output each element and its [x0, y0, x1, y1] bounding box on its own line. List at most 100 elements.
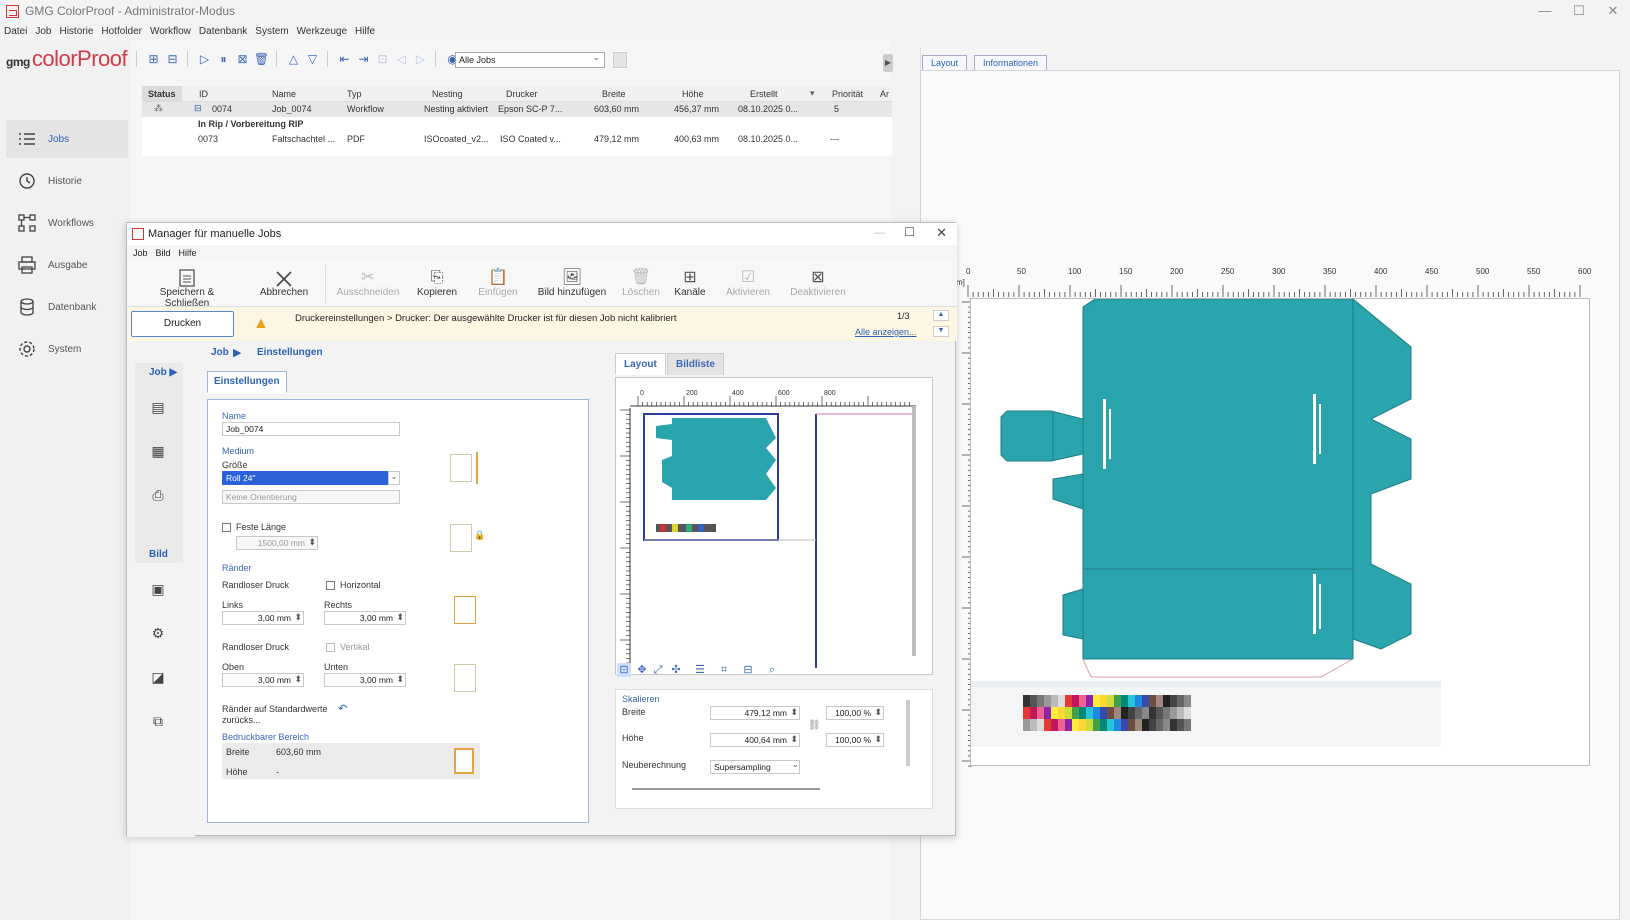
pan-tool-icon[interactable]: ✣ — [669, 663, 683, 677]
breadcrumb-job[interactable]: Job — [211, 347, 229, 358]
menu-werkzeuge[interactable]: Werkzeuge — [297, 26, 347, 37]
warning-next-button[interactable]: ▼ — [933, 326, 949, 337]
new-job-icon[interactable]: ⊞ — [145, 51, 162, 68]
cancel-button[interactable]: Abbrechen — [251, 261, 317, 307]
maximize-button[interactable]: ☐ — [1562, 0, 1596, 22]
zoom-icon[interactable]: ⌕ — [765, 663, 779, 677]
horizontal-scrollbar[interactable] — [632, 788, 820, 790]
scrollbar[interactable] — [906, 700, 910, 766]
nav-item-historie[interactable]: Historie — [6, 162, 128, 200]
crop-tool-icon[interactable]: ⌗ — [717, 663, 731, 677]
side-job-label[interactable]: Job ▶ — [149, 367, 177, 378]
collapse-icon[interactable]: ⊟ — [194, 103, 202, 114]
dialog-menu-job[interactable]: Job — [133, 248, 148, 258]
menu-system[interactable]: System — [255, 26, 288, 37]
settings-document-icon[interactable]: ▦ — [149, 443, 167, 461]
channels-button[interactable]: ⊞ Kanäle — [667, 261, 713, 307]
priority-up-icon[interactable]: △ — [285, 51, 302, 68]
feste-laenge-input[interactable]: 1500,00 mm — [236, 536, 318, 550]
horizontal-checkbox[interactable] — [326, 581, 335, 590]
image-icon[interactable]: ▣ — [149, 581, 167, 599]
scale-breite-pct-input[interactable]: 100,00 % — [826, 706, 884, 720]
dialog-menu-bild[interactable]: Bild — [156, 248, 171, 258]
col-id[interactable]: ID — [199, 89, 208, 99]
col-hoehe[interactable]: Höhe — [682, 89, 704, 99]
add-image-button[interactable]: 🖼 Bild hinzufügen — [531, 261, 613, 307]
activate-button[interactable]: ☑ Aktivieren — [717, 261, 779, 307]
col-name[interactable]: Name — [272, 89, 296, 99]
drucken-button[interactable]: Drucken — [131, 311, 234, 337]
delete-button[interactable]: 🗑 Löschen — [615, 261, 667, 307]
stop-icon[interactable]: ⊠ — [234, 51, 251, 68]
dialog-maximize-button[interactable]: ☐ — [904, 225, 915, 239]
warning-prev-button[interactable]: ▲ — [933, 310, 949, 321]
printer-icon[interactable]: ⎙ — [149, 487, 167, 505]
scale-hoehe-input[interactable]: 400,64 mm — [710, 733, 800, 747]
col-drucker[interactable]: Drucker — [506, 89, 538, 99]
col-prioritaet[interactable]: Priorität — [832, 89, 863, 99]
image-copy-icon[interactable]: ⧉ — [149, 713, 167, 731]
menu-hilfe[interactable]: Hilfe — [355, 26, 375, 37]
dialog-close-button[interactable]: ✕ — [936, 225, 947, 241]
trash-icon[interactable]: 🗑 — [253, 51, 270, 68]
cut-button[interactable]: ✂ Ausschneiden — [333, 261, 403, 307]
indent-icon[interactable]: ⇤ — [336, 51, 353, 68]
tab-einstellungen[interactable]: Einstellungen — [207, 371, 287, 393]
scale-hoehe-pct-input[interactable]: 100,00 % — [826, 733, 884, 747]
move-tool-icon[interactable]: ✥ — [635, 663, 649, 677]
unten-input[interactable]: 3,00 mm — [324, 673, 406, 687]
select-tool-icon[interactable]: ⊡ — [617, 663, 631, 677]
nav-item-ausgabe[interactable]: Ausgabe — [6, 246, 128, 284]
oben-input[interactable]: 3,00 mm — [222, 673, 304, 687]
align-tool-icon[interactable]: ☰ — [693, 663, 707, 677]
paste-button[interactable]: 📋 Einfügen — [471, 261, 525, 307]
tab-layout[interactable]: Layout — [922, 55, 968, 71]
dialog-minimize-button[interactable]: — — [874, 227, 885, 239]
menu-datei[interactable]: Datei — [4, 26, 27, 37]
collapse-panel-button[interactable]: ▶ — [883, 54, 893, 72]
link-icon[interactable]: ⛓ — [808, 720, 821, 731]
image-settings-icon[interactable]: ⚙ — [149, 625, 167, 643]
document-icon[interactable]: ▤ — [149, 399, 167, 417]
rechts-input[interactable]: 3,00 mm — [324, 611, 406, 625]
groesse-select[interactable]: Roll 24" — [222, 471, 400, 485]
menu-hotfolder[interactable]: Hotfolder — [101, 26, 142, 37]
dialog-menu-hilfe[interactable]: Hilfe — [179, 248, 197, 258]
feste-laenge-checkbox[interactable] — [222, 523, 231, 532]
image-edit-icon[interactable]: ◪ — [149, 669, 167, 687]
menu-datenbank[interactable]: Datenbank — [199, 26, 247, 37]
nav-item-datenbank[interactable]: Datenbank — [6, 288, 128, 326]
col-status[interactable]: Status — [148, 89, 176, 99]
play-icon[interactable]: ▷ — [196, 51, 213, 68]
job-filter-select[interactable]: Alle Jobs — [455, 50, 605, 68]
tab-bildliste[interactable]: Bildliste — [667, 353, 724, 375]
nav-item-jobs[interactable]: Jobs — [6, 120, 128, 158]
reset-icon[interactable]: ↶ — [338, 702, 352, 716]
save-close-button[interactable]: Speichern & Schließen — [137, 261, 237, 309]
menu-job[interactable]: Job — [35, 26, 51, 37]
tab-informationen[interactable]: Informationen — [974, 55, 1048, 71]
col-typ[interactable]: Typ — [347, 89, 362, 99]
nav-item-workflows[interactable]: Workflows — [6, 204, 128, 242]
scale-breite-input[interactable]: 479,12 mm — [710, 706, 800, 720]
filter-options-icon[interactable] — [613, 52, 627, 68]
table-row[interactable]: ⁂ ⊟ 0074 Job_0074 Workflow Nesting aktiv… — [142, 102, 892, 117]
orientation-select[interactable]: Keine Orientierung — [222, 490, 400, 504]
name-input[interactable]: Job_0074 — [222, 422, 400, 436]
show-all-link[interactable]: Alle anzeigen... — [855, 327, 917, 337]
links-input[interactable]: 3,00 mm — [222, 611, 304, 625]
table-row[interactable]: 0073 Faltschachtel ... PDF ISOcoated_v2.… — [142, 132, 892, 147]
col-nesting[interactable]: Nesting — [432, 89, 463, 99]
col-ar[interactable]: Ar — [880, 89, 889, 99]
pause-icon[interactable]: ⏸ — [215, 51, 232, 68]
nest-icon[interactable]: ⊟ — [164, 51, 181, 68]
col-breite[interactable]: Breite — [602, 89, 626, 99]
col-erstellt[interactable]: Erstellt — [750, 89, 778, 99]
copy-button[interactable]: ⎘ Kopieren — [411, 261, 463, 307]
neuberechnung-select[interactable]: Supersampling — [710, 760, 800, 774]
tab-layout-dialog[interactable]: Layout — [615, 353, 666, 375]
close-button[interactable]: ✕ — [1596, 0, 1630, 22]
priority-down-icon[interactable]: ▽ — [304, 51, 321, 68]
fit-tool-icon[interactable]: ⊟ — [741, 663, 755, 677]
deactivate-button[interactable]: ⊠ Deaktivieren — [783, 261, 853, 307]
